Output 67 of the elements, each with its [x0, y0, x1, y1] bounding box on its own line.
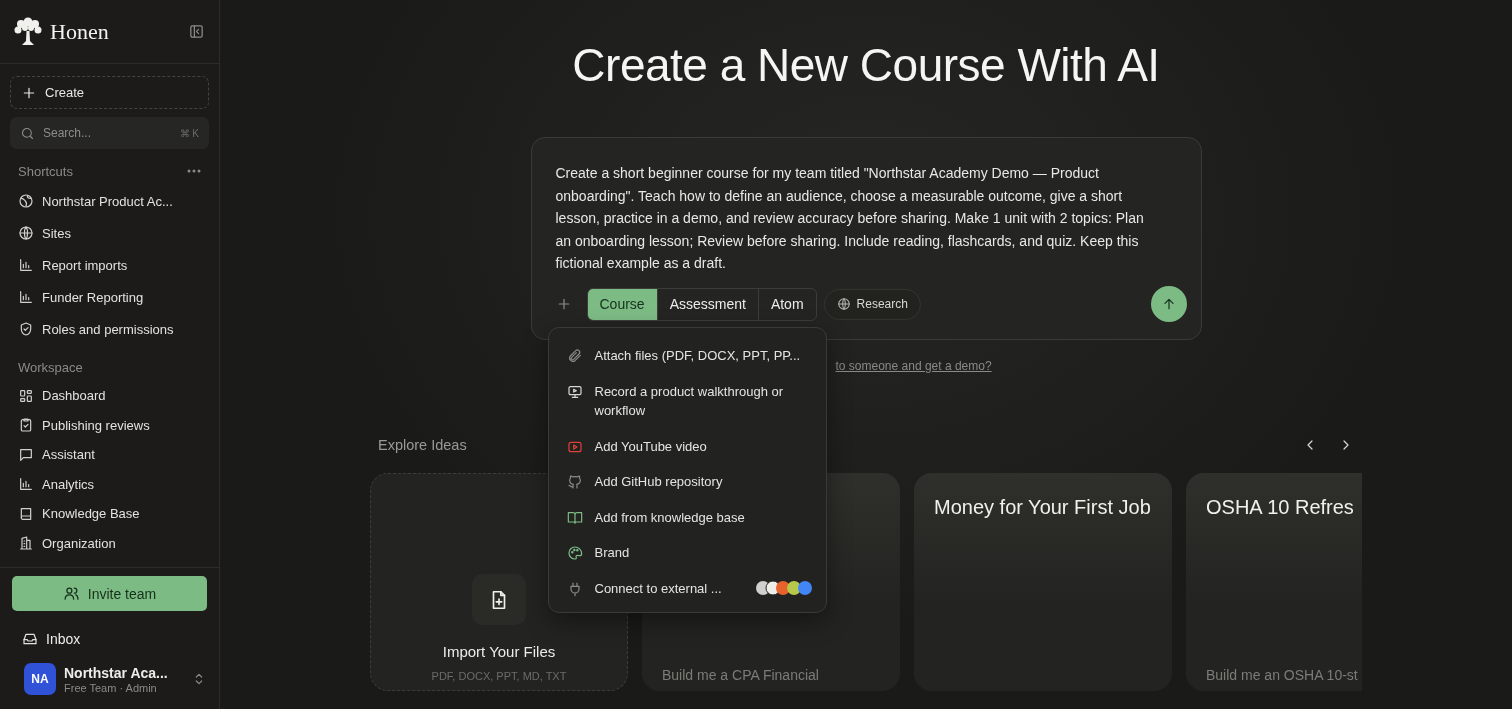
- create-button[interactable]: Create: [10, 76, 209, 109]
- building-icon: [18, 535, 34, 552]
- shield-check-icon: [18, 321, 34, 337]
- inbox-link[interactable]: Inbox: [12, 627, 207, 651]
- globe-icon: [18, 193, 34, 209]
- mode-tab[interactable]: Assessment: [656, 288, 758, 320]
- globe-icon: [18, 225, 34, 241]
- menu-item[interactable]: Attach files (PDF, DOCX, PPT, PP...: [548, 338, 826, 374]
- card-title: Money for Your First Job: [934, 495, 1152, 520]
- palette-icon: [566, 545, 583, 561]
- mode-tab[interactable]: Course: [587, 288, 657, 320]
- sidebar-item[interactable]: Publishing reviews: [10, 410, 209, 440]
- page-title: Create a New Course With AI: [572, 38, 1160, 92]
- card-title: OSHA 10 Refres: [1206, 495, 1355, 520]
- idea-card[interactable]: Money for Your First Job: [914, 473, 1172, 691]
- section-title: Workspace: [18, 359, 83, 375]
- inbox-icon: [22, 631, 38, 647]
- card-prompt: Build me an OSHA 10-st: [1206, 667, 1359, 683]
- dashboard-icon: [18, 387, 34, 404]
- account-name: Northstar Aca...: [64, 664, 169, 681]
- section-title: Shortcuts: [18, 163, 73, 179]
- search-field[interactable]: Search... ⌘ K: [10, 117, 209, 149]
- search-icon: [20, 125, 35, 141]
- sidebar-collapse-icon: [188, 23, 205, 40]
- people-icon: [62, 585, 80, 602]
- card-subtitle: PDF, DOCX, PPT, MD, TXT: [431, 670, 567, 682]
- keyboard-shortcut: ⌘ K: [179, 127, 199, 139]
- paperclip-icon: [566, 348, 583, 364]
- sidebar-item[interactable]: Report imports: [10, 249, 209, 281]
- bar-chart-icon: [18, 257, 34, 273]
- section-title: Explore Ideas: [378, 437, 467, 453]
- more-icon[interactable]: [187, 169, 201, 173]
- account-role: Free Team · Admin: [64, 681, 158, 694]
- prompt-box[interactable]: [530, 137, 1202, 340]
- send-button[interactable]: [1150, 286, 1187, 322]
- invite-team-button[interactable]: Invite team: [12, 576, 207, 611]
- sidebar-item[interactable]: Northstar Product Ac...: [10, 185, 209, 217]
- card-title: Import Your Files: [442, 643, 556, 660]
- globe-icon: [836, 297, 851, 311]
- github-icon: [566, 474, 583, 490]
- integration-logos-icon: [753, 578, 814, 597]
- sidebar-item[interactable]: Sites: [10, 217, 209, 249]
- bar-chart-icon: [18, 289, 34, 305]
- research-button[interactable]: Research: [823, 288, 921, 320]
- tree-logo-icon: [12, 16, 44, 47]
- brand-name: Honen: [50, 18, 110, 45]
- open-book-icon: [566, 509, 583, 526]
- book-icon: [18, 505, 34, 522]
- card-prompt: Build me a CPA Financial: [662, 667, 820, 683]
- demo-link[interactable]: to someone and get a demo?: [835, 359, 992, 373]
- sidebar-item[interactable]: Knowledge Base: [10, 499, 209, 529]
- menu-item[interactable]: Record a product walkthrough or workflow: [548, 373, 826, 429]
- chat-bubble-icon: [18, 446, 34, 463]
- monitor-play-icon: [566, 383, 583, 400]
- sidebar-item[interactable]: Dashboard: [10, 381, 209, 411]
- menu-item[interactable]: Add YouTube video: [548, 428, 826, 464]
- sidebar-item[interactable]: Funder Reporting: [10, 281, 209, 313]
- prompt-text: Create a short beginner course for my team titled "Northstar Academy Demo — Product onboarding". Teach how to define an audience, choose a measurable outcome, give a short lesson, practice in a demo, and review accuracy before sharing. Make 1 unit with 2 topics: Plan an onboarding lesson; Review before sharing. Include reading, flashcards, and quiz. Keep this fictional example as a draft.: [555, 164, 1145, 274]
- sidebar-item[interactable]: Analytics: [10, 469, 209, 499]
- bar-chart-icon: [18, 476, 34, 493]
- sidebar-item[interactable]: Roles and permissions: [10, 313, 209, 345]
- sidebar-item[interactable]: Organization: [10, 528, 209, 558]
- account-avatar[interactable]: NA: [24, 663, 56, 695]
- idea-card[interactable]: OSHA 10 Refres Build me an OSHA 10-st: [1186, 473, 1362, 691]
- mode-tab[interactable]: Atom: [757, 288, 816, 320]
- sidebar-item[interactable]: Assistant: [10, 440, 209, 470]
- clipboard-check-icon: [18, 417, 34, 434]
